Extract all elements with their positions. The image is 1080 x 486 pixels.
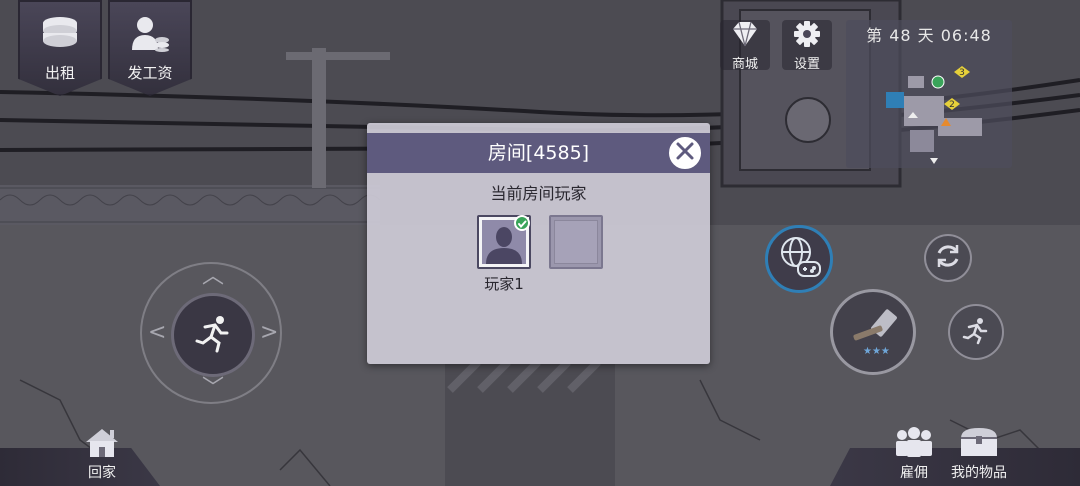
svg-text:★★★: ★★★ <box>863 346 890 357</box>
shop-button[interactable]: 商城 <box>720 20 770 72</box>
minimap: 3 2 <box>886 66 982 164</box>
settings-label: 设置 <box>793 57 820 72</box>
minimap-panel[interactable]: 第 48 天 06:48 3 2 <box>846 20 1012 168</box>
ready-check-badge <box>514 215 530 231</box>
my-items-label: 我的物品 <box>951 465 1007 481</box>
pay-wages-button[interactable]: 发工资 <box>108 0 192 96</box>
coins-icon <box>41 16 79 56</box>
check-icon <box>517 214 527 233</box>
close-button[interactable] <box>667 135 703 171</box>
movement-joystick[interactable]: ︿ ﹀ < > <box>140 262 282 404</box>
run-icon <box>193 313 233 357</box>
attack-button[interactable]: ★★★ <box>830 289 916 375</box>
shop-label: 商城 <box>731 57 758 72</box>
day-time-label: 第 48 天 06:48 <box>866 26 992 45</box>
rent-button[interactable]: 出租 <box>18 0 102 96</box>
room-title: 房间[4585] <box>487 142 590 164</box>
run-button[interactable] <box>171 293 255 377</box>
gear-icon <box>793 20 821 52</box>
worker-pay-icon <box>130 16 170 56</box>
home-label: 回家 <box>88 465 116 481</box>
refresh-button[interactable] <box>924 234 972 282</box>
hire-label: 雇佣 <box>900 465 928 481</box>
map-marker-2: 2 <box>949 100 955 110</box>
map-marker-3: 3 <box>959 68 965 78</box>
empty-slot-placeholder <box>554 220 598 264</box>
home-button[interactable]: 回家 <box>70 426 134 482</box>
room-dialog-header: 房间[4585] <box>367 133 710 173</box>
diamond-icon <box>730 20 760 52</box>
close-icon <box>675 141 695 165</box>
hammer-icon: ★★★ <box>843 300 903 364</box>
up-arrow-icon: ︿ <box>202 264 225 289</box>
room-dialog: 房间[4585] 当前房间玩家 玩家1 <box>367 123 710 364</box>
pay-wages-label: 发工资 <box>127 64 173 82</box>
chest-icon <box>957 426 1001 462</box>
house-icon <box>82 426 122 462</box>
current-players-title: 当前房间玩家 <box>490 184 587 203</box>
settings-button[interactable]: 设置 <box>782 20 832 72</box>
people-icon <box>892 426 936 462</box>
empty-player-slot[interactable] <box>549 215 603 269</box>
multiplayer-icon <box>774 232 824 286</box>
rent-label: 出租 <box>44 64 75 82</box>
sneak-button[interactable] <box>948 304 1004 360</box>
right-arrow-icon: > <box>260 320 279 345</box>
left-arrow-icon: < <box>148 320 167 345</box>
my-items-button[interactable]: 我的物品 <box>944 426 1014 482</box>
sneak-icon <box>961 315 991 349</box>
refresh-icon <box>933 241 963 275</box>
hire-button[interactable]: 雇佣 <box>884 426 944 482</box>
player-name: 玩家1 <box>484 275 524 293</box>
multiplayer-button[interactable] <box>765 225 833 293</box>
down-arrow-icon: ﹀ <box>202 376 225 401</box>
